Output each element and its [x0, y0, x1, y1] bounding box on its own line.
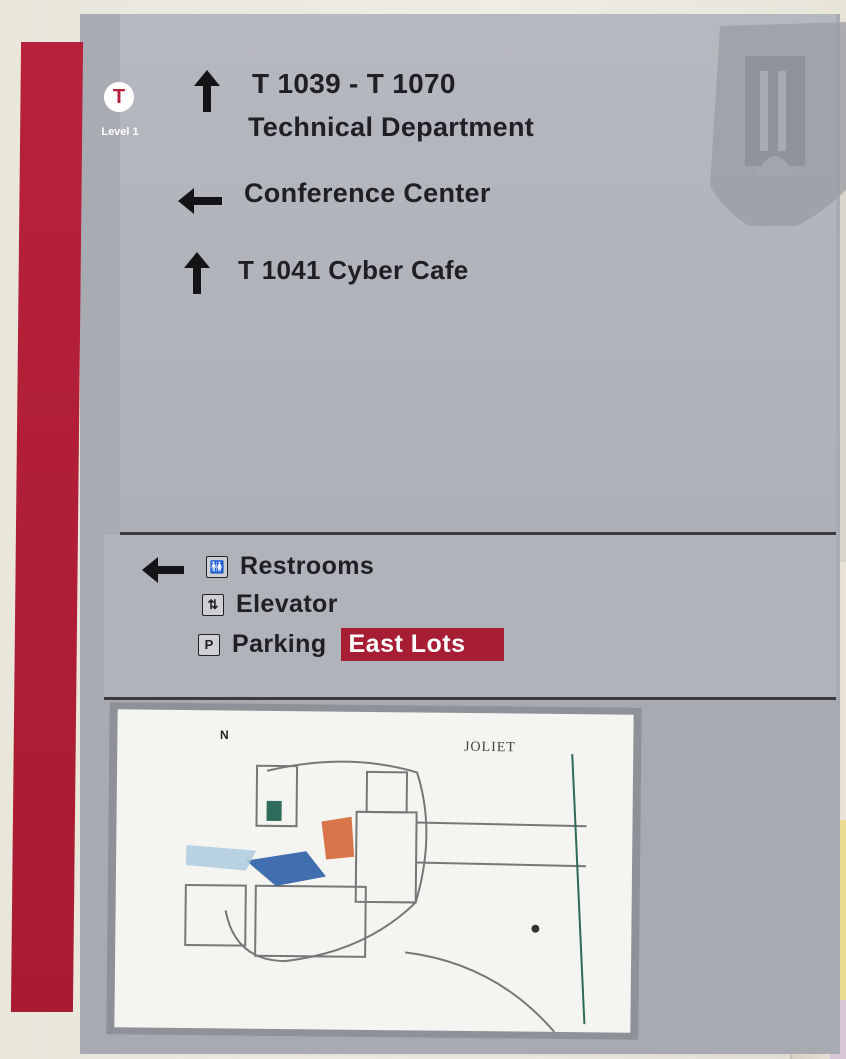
amenity-label: Restrooms	[240, 552, 375, 580]
level-label: Level 1	[101, 126, 139, 138]
elevator-icon: ⇅	[202, 593, 224, 616]
level-band	[10, 42, 84, 1012]
amenity-elevator: ⇅ Elevator	[202, 590, 338, 619]
amenity-parking: P Parking East Lots	[198, 628, 504, 661]
campus-map-drawing	[184, 754, 587, 1033]
badge-letter: T	[112, 85, 126, 108]
direction-line: T 1041 Cyber Cafe	[238, 255, 469, 285]
building-badge: T	[104, 82, 134, 112]
map-title: JOLIET	[463, 739, 516, 756]
campus-map	[114, 709, 634, 1033]
up-arrow-icon	[192, 68, 222, 119]
amenity-label: Elevator	[236, 590, 338, 618]
restroom-icon: 🚻	[206, 555, 228, 578]
college-crest-icon	[710, 22, 846, 226]
direction-line: Technical Department	[248, 112, 535, 142]
north-indicator: N	[220, 728, 229, 742]
left-arrow-icon	[176, 186, 224, 221]
left-arrow-icon	[140, 555, 186, 590]
amenity-label: Parking	[232, 630, 327, 658]
parking-location-tag: East Lots	[340, 628, 504, 661]
parking-icon: P	[198, 633, 220, 656]
up-arrow-icon	[182, 250, 212, 301]
direction-line: T 1039 - T 1070	[252, 68, 456, 99]
amenity-restrooms: 🚻 Restrooms	[206, 552, 374, 581]
direction-line: Conference Center	[244, 178, 491, 208]
